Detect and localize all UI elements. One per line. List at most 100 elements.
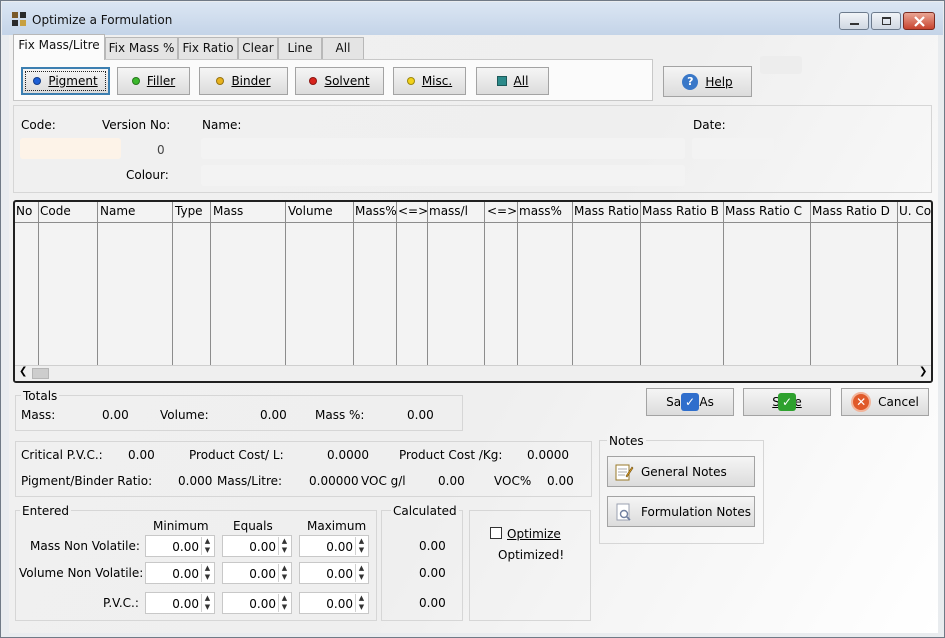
- vnv-min-input[interactable]: 0.00 ▲ ▼: [145, 562, 215, 584]
- spinner-arrows-icon[interactable]: ▲ ▼: [201, 594, 213, 612]
- code-field[interactable]: [20, 138, 121, 159]
- pvc-min-input[interactable]: 0.00 ▲ ▼: [145, 592, 215, 614]
- general-notes-button[interactable]: General Notes: [607, 456, 755, 487]
- mnv-max-value: 0.00: [326, 540, 353, 554]
- minimize-icon: [850, 23, 859, 25]
- col-mass-pct-2[interactable]: mass%: [519, 204, 562, 218]
- filler-button[interactable]: Filler: [117, 67, 190, 95]
- tab-fix-ratio[interactable]: Fix Ratio: [178, 37, 238, 59]
- all-button[interactable]: All: [476, 67, 549, 95]
- date-label: Date:: [693, 118, 726, 132]
- col-mass-ratio-b[interactable]: Mass Ratio B: [642, 204, 719, 218]
- scroll-right-icon[interactable]: ❯: [919, 366, 927, 377]
- code-label: Code:: [21, 118, 56, 132]
- col-divider: [484, 202, 485, 365]
- spinner-arrows-icon[interactable]: ▲ ▼: [201, 564, 213, 582]
- formulation-notes-label: Formulation Notes: [641, 504, 751, 519]
- col-swap-1[interactable]: <=>: [398, 204, 428, 218]
- col-no[interactable]: No: [16, 204, 32, 218]
- vnv-label: Volume Non Volatile:: [19, 566, 144, 580]
- col-mass-pct[interactable]: Mass%: [355, 204, 397, 218]
- save-button[interactable]: ✓ Save: [743, 388, 831, 416]
- spinner-arrows-icon[interactable]: ▲ ▼: [355, 564, 367, 582]
- col-divider: [210, 202, 211, 365]
- col-code[interactable]: Code: [40, 204, 71, 218]
- col-maximum-label: Maximum: [307, 519, 367, 533]
- tab-all[interactable]: All: [322, 37, 364, 59]
- tab-fix-mass-litre[interactable]: Fix Mass/Litre: [13, 34, 105, 60]
- col-divider: [427, 202, 428, 365]
- tab-fix-mass-pct[interactable]: Fix Mass %: [105, 37, 178, 59]
- col-mass-l[interactable]: mass/l: [429, 204, 468, 218]
- cpvc-value: 0.00: [128, 448, 155, 462]
- cancel-icon: ✕: [851, 392, 872, 412]
- spinner-arrows-icon[interactable]: ▲ ▼: [278, 594, 290, 612]
- mnv-min-input[interactable]: 0.00 ▲ ▼: [145, 535, 215, 557]
- save-as-button[interactable]: ✓ Save As: [646, 388, 734, 416]
- table-icon: [496, 76, 507, 86]
- tab-clear[interactable]: Clear: [238, 37, 278, 59]
- spinner-arrows-icon[interactable]: ▲ ▼: [278, 537, 290, 555]
- pvc-min-value: 0.00: [172, 597, 199, 611]
- col-divider: [810, 202, 811, 365]
- col-unit-cost[interactable]: U. Co: [899, 204, 931, 218]
- formulation-notes-button[interactable]: Formulation Notes: [607, 496, 755, 527]
- optimize-checkbox[interactable]: [490, 527, 502, 539]
- maximize-icon: [882, 17, 891, 25]
- ingredients-grid[interactable]: No Code Name Type Mass Volume Mass% <=> …: [13, 200, 933, 383]
- col-volume[interactable]: Volume: [288, 204, 333, 218]
- col-mass-ratio-d[interactable]: Mass Ratio D: [812, 204, 890, 218]
- totals-group: [15, 395, 463, 431]
- misc-button[interactable]: Misc.: [393, 67, 466, 95]
- help-button[interactable]: ? Help: [663, 66, 752, 97]
- solvent-button[interactable]: Solvent: [295, 67, 384, 95]
- name-field[interactable]: [201, 138, 685, 159]
- cpvc-label: Critical P.V.C.:: [21, 448, 103, 462]
- colour-field[interactable]: [201, 165, 685, 186]
- pvc-max-input[interactable]: 0.00 ▲ ▼: [299, 592, 369, 614]
- col-equals-label: Equals: [233, 519, 273, 533]
- version-label: Version No:: [102, 118, 171, 132]
- version-field[interactable]: 0: [157, 143, 165, 157]
- col-mass[interactable]: Mass: [213, 204, 243, 218]
- mnv-max-input[interactable]: 0.00 ▲ ▼: [299, 535, 369, 557]
- totals-mass-value: 0.00: [102, 408, 129, 422]
- tab-line[interactable]: Line: [278, 37, 322, 59]
- pvc-eq-input[interactable]: 0.00 ▲ ▼: [222, 592, 292, 614]
- calc-pvc-value: 0.00: [419, 596, 446, 610]
- col-name[interactable]: Name: [100, 204, 135, 218]
- col-divider: [517, 202, 518, 365]
- spinner-arrows-icon[interactable]: ▲ ▼: [278, 564, 290, 582]
- scroll-thumb[interactable]: [32, 368, 49, 379]
- close-icon: [914, 16, 925, 27]
- horizontal-scrollbar[interactable]: ❮ ❯: [15, 365, 931, 381]
- spinner-arrows-icon[interactable]: ▲ ▼: [355, 537, 367, 555]
- pigment-dot-icon: [33, 77, 42, 85]
- pigment-button[interactable]: Pigment: [21, 67, 110, 95]
- optimize-label[interactable]: Optimize: [507, 527, 561, 541]
- cost-l-label: Product Cost/ L:: [189, 448, 284, 462]
- binder-button[interactable]: Binder: [199, 67, 288, 95]
- col-divider: [572, 202, 573, 365]
- col-swap-2[interactable]: <=>: [487, 204, 517, 218]
- col-type[interactable]: Type: [175, 204, 203, 218]
- mnv-eq-input[interactable]: 0.00 ▲ ▼: [222, 535, 292, 557]
- spinner-arrows-icon[interactable]: ▲ ▼: [201, 537, 213, 555]
- cancel-button[interactable]: ✕ Cancel: [841, 388, 929, 416]
- blank-indicator: [760, 56, 802, 74]
- col-mass-ratio[interactable]: Mass Ratio: [574, 204, 639, 218]
- col-mass-ratio-c[interactable]: Mass Ratio C: [725, 204, 802, 218]
- binder-label: Binder: [231, 74, 271, 88]
- scroll-left-icon[interactable]: ❮: [19, 366, 27, 377]
- totals-mass-label: Mass:: [21, 408, 56, 422]
- checkmark-green-icon: ✓: [778, 393, 796, 411]
- vnv-max-input[interactable]: 0.00 ▲ ▼: [299, 562, 369, 584]
- maximize-button[interactable]: [871, 12, 901, 30]
- close-window-button[interactable]: [903, 12, 935, 30]
- vnv-eq-input[interactable]: 0.00 ▲ ▼: [222, 562, 292, 584]
- date-field[interactable]: [692, 138, 774, 159]
- cost-l-value: 0.0000: [327, 448, 369, 462]
- pvc-max-value: 0.00: [326, 597, 353, 611]
- spinner-arrows-icon[interactable]: ▲ ▼: [355, 594, 367, 612]
- minimize-button[interactable]: [839, 12, 869, 30]
